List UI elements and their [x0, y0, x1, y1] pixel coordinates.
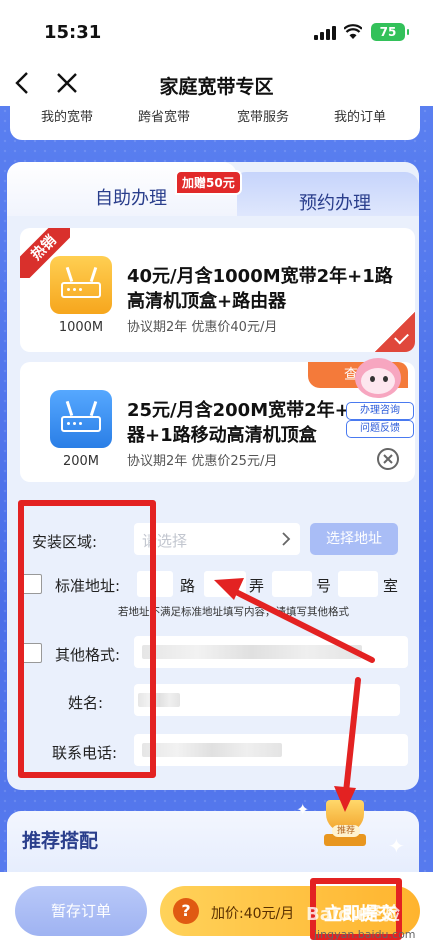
- annotation-arrows: [214, 578, 375, 812]
- watermark-logo: Baidu经验: [306, 904, 400, 925]
- watermark-url: jingyan.baidu.com: [314, 928, 416, 941]
